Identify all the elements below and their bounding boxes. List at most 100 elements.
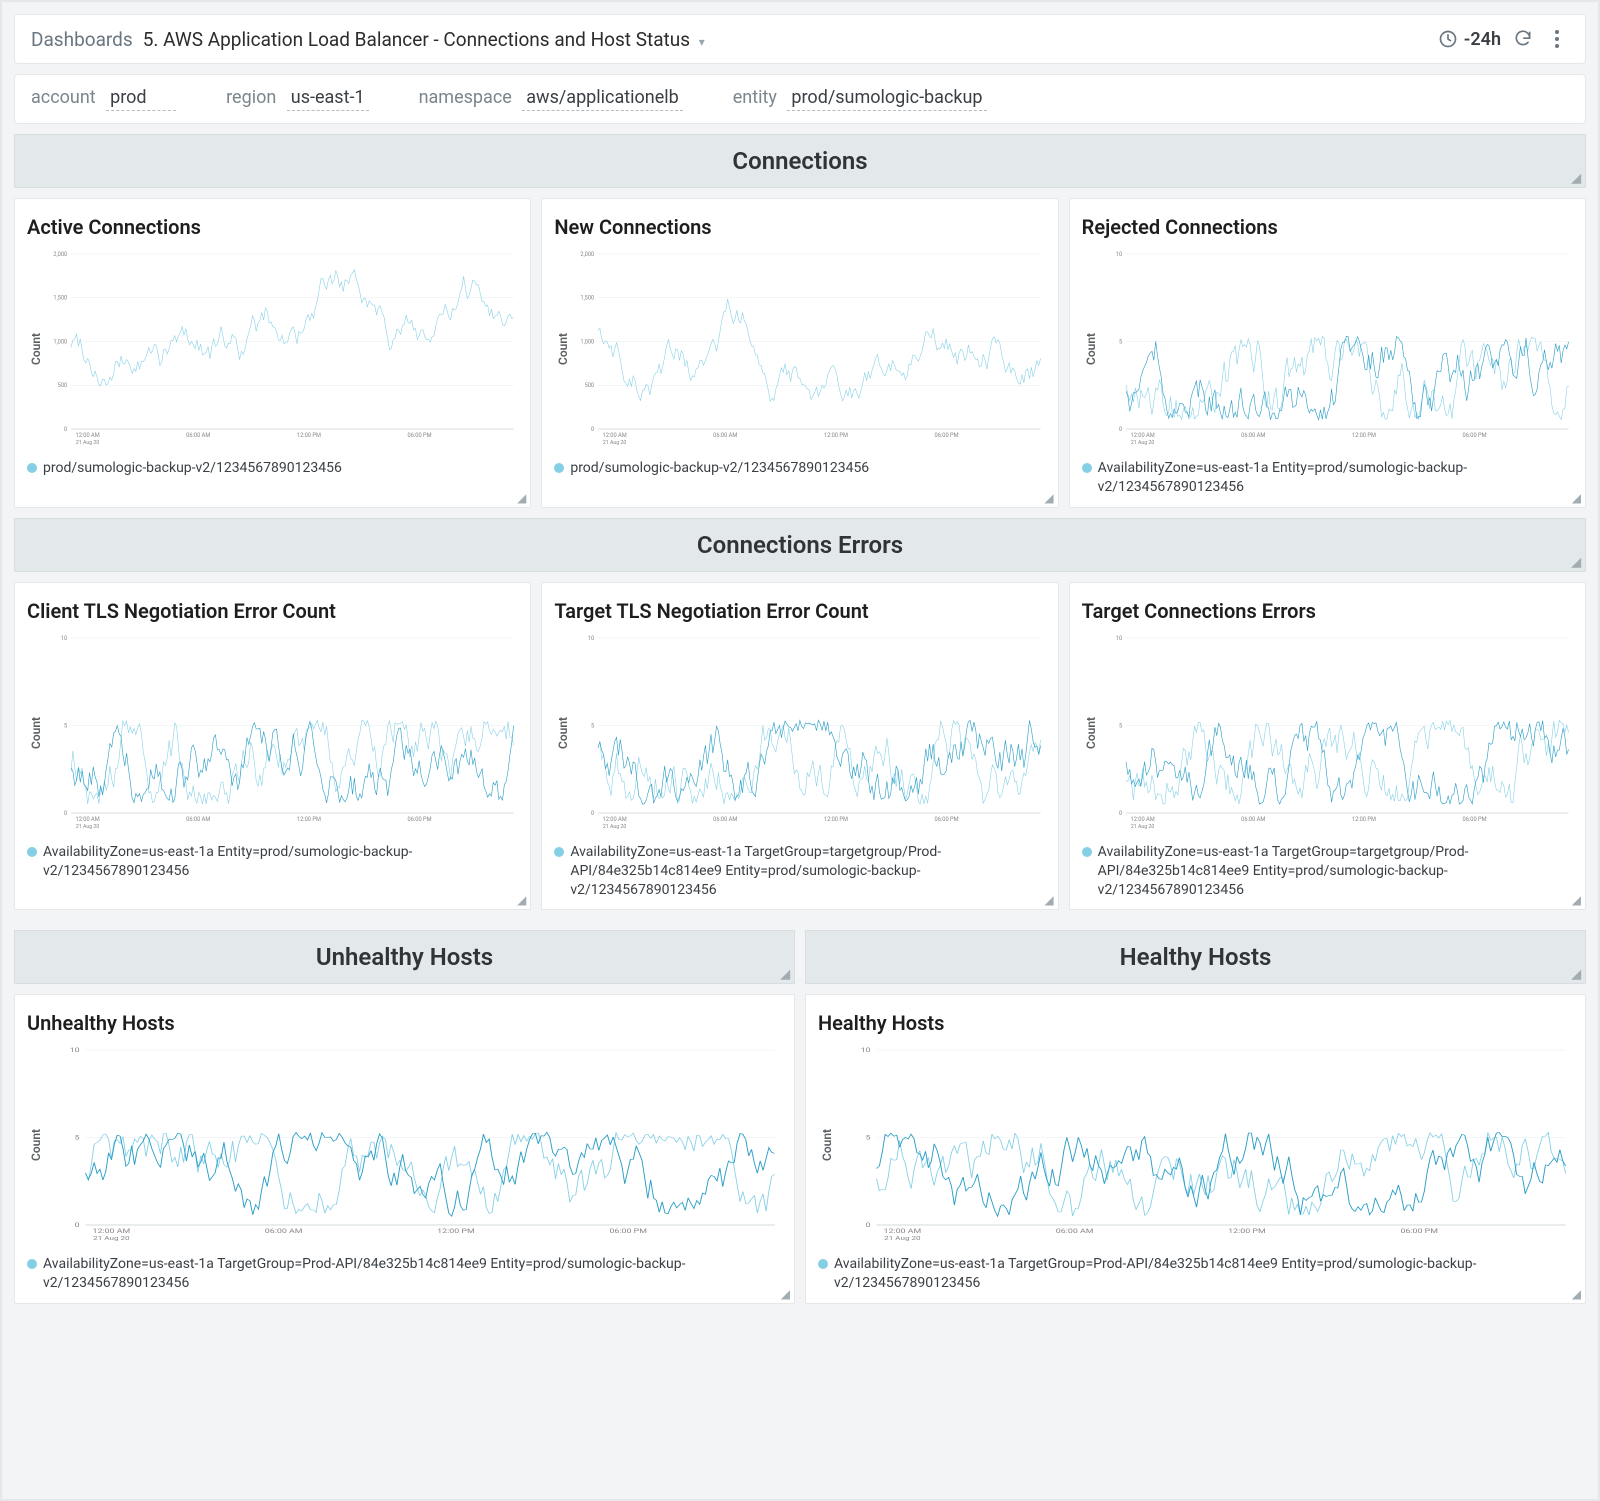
svg-text:12:00 AM: 12:00 AM: [93, 1228, 131, 1235]
svg-text:12:00 PM: 12:00 PM: [1352, 433, 1376, 439]
dashboard-title[interactable]: 5. AWS Application Load Balancer - Conne…: [143, 28, 705, 51]
filter-region-value[interactable]: us-east-1: [287, 87, 369, 111]
chart-ctls: 051012:00 AM21 Aug 2006:00 AM12:00 PM06:…: [45, 633, 518, 833]
svg-text:1,000: 1,000: [53, 339, 67, 345]
resize-handle-icon[interactable]: ◢: [781, 967, 790, 981]
resize-handle-icon[interactable]: ◢: [1044, 893, 1053, 907]
svg-text:21 Aug 20: 21 Aug 20: [76, 824, 99, 830]
timerange-selector[interactable]: -24h: [1438, 29, 1501, 50]
svg-text:06:00 PM: 06:00 PM: [1462, 817, 1486, 823]
chart-tce: 051012:00 AM21 Aug 2006:00 AM12:00 PM06:…: [1100, 633, 1573, 833]
svg-text:06:00 PM: 06:00 PM: [1462, 433, 1486, 439]
filter-account[interactable]: account prod: [31, 87, 176, 111]
resize-handle-icon[interactable]: ◢: [1572, 1287, 1581, 1301]
legend-swatch-icon: [27, 463, 37, 473]
filter-entity-value[interactable]: prod/sumologic-backup: [787, 87, 986, 111]
panel-target-tls-errors[interactable]: Target TLS Negotiation Error Count Count…: [541, 582, 1058, 911]
svg-text:12:00 PM: 12:00 PM: [824, 817, 848, 823]
panel-unhealthy-hosts[interactable]: Unhealthy Hosts Count 051012:00 AM21 Aug…: [14, 994, 795, 1304]
svg-text:0: 0: [75, 1222, 80, 1229]
filter-namespace[interactable]: namespace aws/applicationelb: [419, 87, 683, 111]
legend: prod/sumologic-backup-v2/123456789012345…: [554, 459, 1045, 478]
filter-region[interactable]: region us-east-1: [226, 87, 368, 111]
svg-text:21 Aug 20: 21 Aug 20: [603, 824, 626, 830]
legend-text: AvailabilityZone=us-east-1a Entity=prod/…: [1098, 459, 1573, 497]
svg-text:06:00 AM: 06:00 AM: [186, 433, 210, 439]
panel-client-tls-errors[interactable]: Client TLS Negotiation Error Count Count…: [14, 582, 531, 911]
breadcrumb-root[interactable]: Dashboards: [31, 28, 133, 51]
chart-hhosts: 051012:00 AM21 Aug 2006:00 AM12:00 PM06:…: [836, 1045, 1573, 1245]
legend: AvailabilityZone=us-east-1a TargetGroup=…: [27, 1255, 782, 1293]
section-errors: Connections Errors ◢: [14, 518, 1586, 572]
y-axis-label: Count: [1082, 633, 1100, 833]
svg-text:12:00 AM: 12:00 AM: [76, 433, 100, 439]
svg-text:06:00 PM: 06:00 PM: [935, 433, 959, 439]
panel-target-conn-errors[interactable]: Target Connections Errors Count 051012:0…: [1069, 582, 1586, 911]
resize-handle-icon[interactable]: ◢: [517, 491, 526, 505]
resize-handle-icon[interactable]: ◢: [1572, 967, 1581, 981]
chart-active: 05001,0001,5002,00012:00 AM21 Aug 2006:0…: [45, 249, 518, 449]
more-menu-button[interactable]: [1545, 27, 1569, 51]
svg-text:06:00 AM: 06:00 AM: [265, 1228, 303, 1235]
resize-handle-icon[interactable]: ◢: [1572, 893, 1581, 907]
resize-handle-icon[interactable]: ◢: [1572, 171, 1581, 185]
refresh-button[interactable]: [1511, 27, 1535, 51]
legend-swatch-icon: [554, 463, 564, 473]
filter-entity[interactable]: entity prod/sumologic-backup: [733, 87, 987, 111]
svg-text:12:00 PM: 12:00 PM: [437, 1228, 474, 1235]
kebab-icon: [1551, 26, 1563, 52]
svg-text:21 Aug 20: 21 Aug 20: [1131, 440, 1154, 446]
svg-text:21 Aug 20: 21 Aug 20: [1131, 824, 1154, 830]
svg-text:500: 500: [585, 383, 595, 389]
y-axis-label: Count: [27, 249, 45, 449]
panel-title: New Connections: [554, 215, 1045, 239]
svg-text:5: 5: [591, 723, 595, 729]
panel-title: Client TLS Negotiation Error Count: [27, 599, 518, 623]
y-axis-label: Count: [27, 633, 45, 833]
panel-active-connections[interactable]: Active Connections Count 05001,0001,5002…: [14, 198, 531, 508]
panel-new-connections[interactable]: New Connections Count 05001,0001,5002,00…: [541, 198, 1058, 508]
svg-text:1,000: 1,000: [581, 339, 595, 345]
resize-handle-icon[interactable]: ◢: [781, 1287, 790, 1301]
resize-handle-icon[interactable]: ◢: [517, 893, 526, 907]
panel-title: Unhealthy Hosts: [27, 1011, 782, 1035]
panel-healthy-hosts[interactable]: Healthy Hosts Count 051012:00 AM21 Aug 2…: [805, 994, 1586, 1304]
panel-rejected-connections[interactable]: Rejected Connections Count 051012:00 AM2…: [1069, 198, 1586, 508]
legend: prod/sumologic-backup-v2/123456789012345…: [27, 459, 518, 478]
legend-text: AvailabilityZone=us-east-1a TargetGroup=…: [570, 843, 1045, 900]
resize-handle-icon[interactable]: ◢: [1044, 491, 1053, 505]
resize-handle-icon[interactable]: ◢: [1572, 555, 1581, 569]
chevron-down-icon[interactable]: ▾: [699, 35, 705, 49]
legend-text: AvailabilityZone=us-east-1a TargetGroup=…: [43, 1255, 782, 1293]
section-unhealthy-title: Unhealthy Hosts: [316, 943, 493, 971]
filter-bar: account prod region us-east-1 namespace …: [14, 74, 1586, 124]
svg-text:12:00 PM: 12:00 PM: [1228, 1228, 1265, 1235]
dashboard-title-text: 5. AWS Application Load Balancer - Conne…: [143, 28, 690, 51]
timerange-text: -24h: [1464, 29, 1501, 50]
section-unhealthy: Unhealthy Hosts ◢: [14, 930, 795, 984]
chart-uhosts: 051012:00 AM21 Aug 2006:00 AM12:00 PM06:…: [45, 1045, 782, 1245]
legend: AvailabilityZone=us-east-1a Entity=prod/…: [27, 843, 518, 881]
svg-text:12:00 PM: 12:00 PM: [1352, 817, 1376, 823]
svg-text:500: 500: [58, 383, 68, 389]
section-connections-title: Connections: [732, 147, 867, 175]
y-axis-label: Count: [818, 1045, 836, 1245]
filter-namespace-value[interactable]: aws/applicationelb: [522, 87, 683, 111]
filter-account-label: account: [31, 87, 96, 108]
svg-text:06:00 PM: 06:00 PM: [408, 433, 432, 439]
svg-text:12:00 AM: 12:00 AM: [1130, 433, 1154, 439]
svg-text:06:00 AM: 06:00 AM: [1241, 433, 1265, 439]
resize-handle-icon[interactable]: ◢: [1572, 491, 1581, 505]
panel-title: Target Connections Errors: [1082, 599, 1573, 623]
svg-text:21 Aug 20: 21 Aug 20: [884, 1236, 921, 1242]
svg-text:06:00 AM: 06:00 AM: [186, 817, 210, 823]
svg-text:10: 10: [1116, 636, 1122, 642]
filter-region-label: region: [226, 87, 276, 108]
svg-text:21 Aug 20: 21 Aug 20: [76, 440, 99, 446]
svg-text:12:00 AM: 12:00 AM: [76, 817, 100, 823]
svg-text:21 Aug 20: 21 Aug 20: [93, 1236, 130, 1242]
svg-text:10: 10: [861, 1047, 871, 1054]
filter-account-value[interactable]: prod: [106, 87, 176, 111]
svg-text:12:00 PM: 12:00 PM: [297, 817, 321, 823]
legend-swatch-icon: [27, 847, 37, 857]
